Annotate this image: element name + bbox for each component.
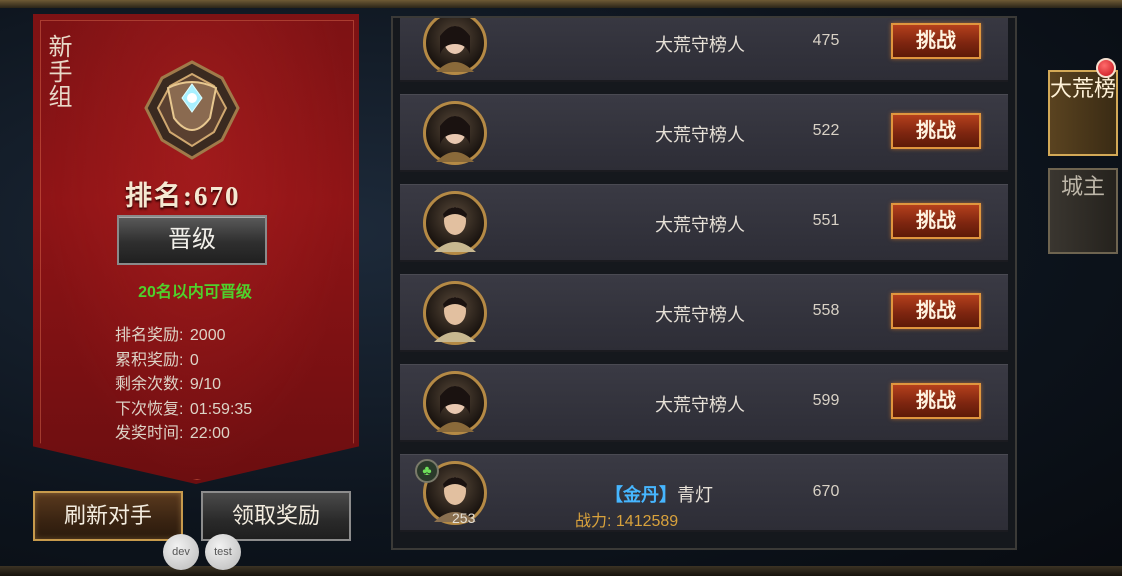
list-item: 大荒守榜人 558 挑战	[400, 274, 1008, 352]
reward-info-list: 排名奖励: 2000 累积奖励: 0 剩余次数: 9/10 下次恢复: 01:5…	[115, 324, 315, 447]
notification-dot	[1096, 58, 1116, 78]
challenge-button[interactable]: 挑战	[891, 383, 981, 419]
group-title: 新手组	[44, 34, 71, 109]
info-next-recovery: 下次恢复: 01:59:35	[115, 400, 253, 418]
dev-debug-button[interactable]: dev	[163, 534, 199, 570]
opponent-rank: 599	[812, 392, 840, 409]
info-accumulated-reward: 累积奖励: 0	[115, 351, 199, 369]
avatar	[423, 101, 487, 165]
info-reward-time: 发奖时间: 22:00	[115, 425, 230, 442]
list-item: 大荒守榜人 475 挑战	[400, 18, 1008, 82]
bottom-frame-rim	[0, 566, 1122, 576]
challenge-button[interactable]: 挑战	[891, 293, 981, 329]
opponent-name: 大荒守榜人	[655, 215, 745, 235]
test-debug-button[interactable]: test	[205, 534, 241, 570]
opponent-name: 大荒守榜人	[655, 305, 745, 325]
avatar	[423, 191, 487, 255]
opponent-rank: 558	[812, 302, 840, 319]
self-player-name: 青灯	[677, 485, 713, 505]
avatar	[423, 281, 487, 345]
challenge-button[interactable]: 挑战	[891, 23, 981, 59]
challenge-button[interactable]: 挑战	[891, 203, 981, 239]
refresh-opponents-button[interactable]: 刷新对手	[33, 491, 183, 541]
avatar	[423, 371, 487, 435]
self-rank: 670	[812, 483, 840, 500]
opponent-name: 大荒守榜人	[655, 395, 745, 415]
list-item: 大荒守榜人 551 挑战	[400, 184, 1008, 262]
tab-dahuang-ranking[interactable]: 大荒榜	[1048, 70, 1118, 156]
promote-note: 20名以内可晋级	[138, 284, 252, 301]
opponent-list[interactable]: 大荒守榜人 475 挑战 大荒守榜人 522 挑战 大荒守榜人 551 挑战 大…	[391, 16, 1017, 550]
opponent-rank: 522	[812, 122, 840, 139]
opponent-name: 大荒守榜人	[655, 125, 745, 145]
rank-value: 670	[194, 181, 241, 211]
self-list-item: ♣ 253 【金丹】青灯 战力: 1412589 670	[400, 454, 1008, 532]
self-name: 【金丹】青灯	[605, 481, 713, 507]
tab-city-lord[interactable]: 城主	[1048, 168, 1118, 254]
opponent-name: 大荒守榜人	[655, 35, 745, 55]
self-level: 253	[452, 510, 476, 526]
rank-display: 排名:670	[125, 174, 275, 213]
avatar	[423, 18, 487, 75]
realm-tag: 【金丹】	[605, 485, 677, 505]
info-rank-reward: 排名奖励: 2000	[115, 327, 226, 344]
challenge-button[interactable]: 挑战	[891, 113, 981, 149]
opponent-rank: 475	[812, 32, 840, 49]
combat-power: 战力: 1412589	[575, 513, 679, 530]
opponent-rank: 551	[812, 212, 840, 229]
list-item: 大荒守榜人 599 挑战	[400, 364, 1008, 442]
club-icon: ♣	[415, 459, 439, 483]
info-remaining-attempts: 剩余次数: 9/10	[115, 376, 222, 393]
list-item: 大荒守榜人 522 挑战	[400, 94, 1008, 172]
top-frame-rim	[0, 0, 1122, 8]
combat-power-value: 1412589	[615, 513, 679, 530]
rank-label: 排名:	[125, 181, 194, 211]
rank-emblem-icon	[144, 60, 240, 160]
promote-button[interactable]: 晋级	[117, 215, 267, 265]
